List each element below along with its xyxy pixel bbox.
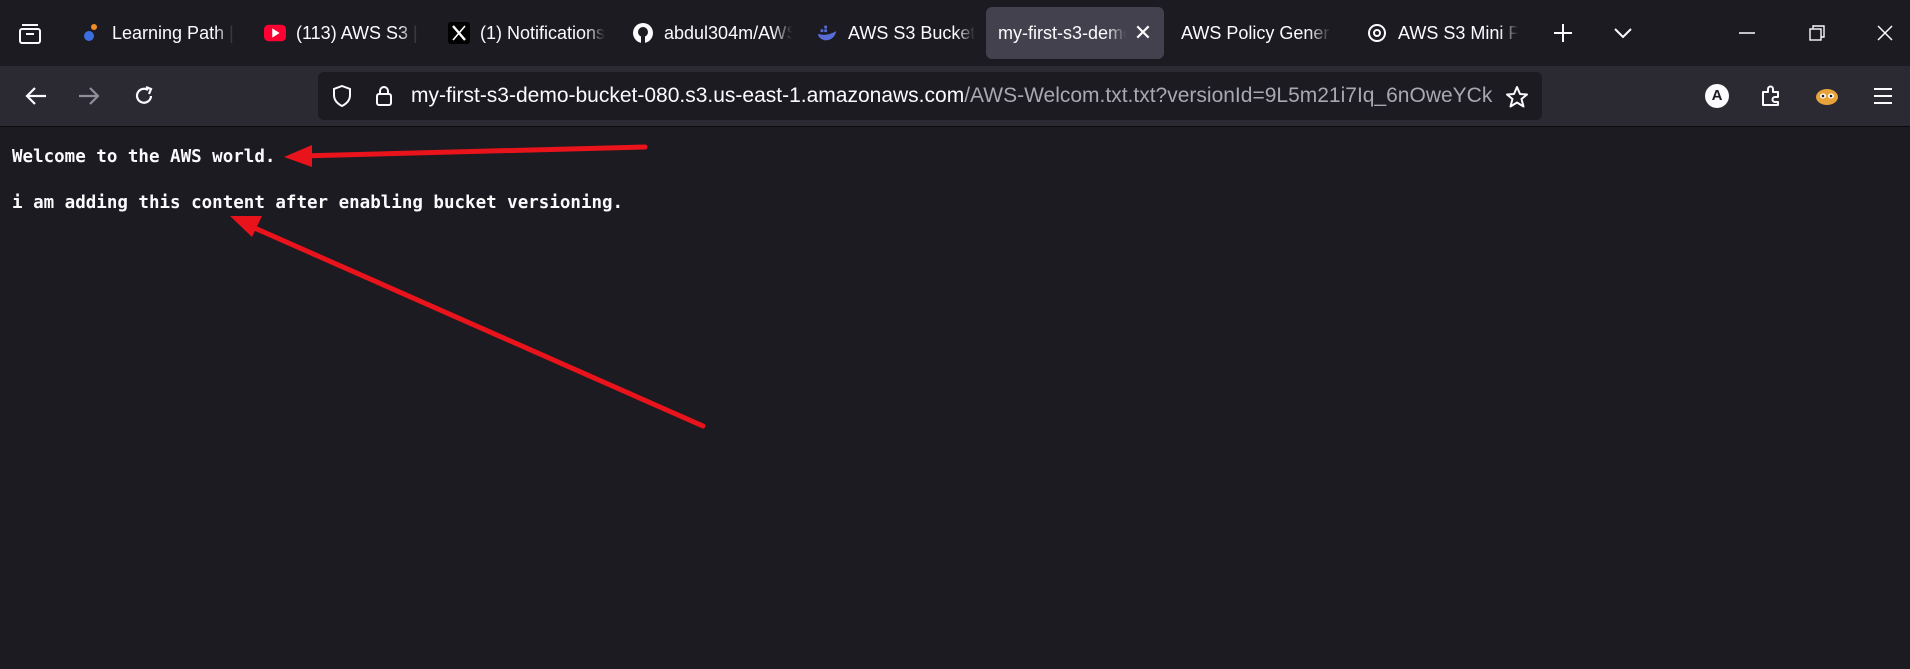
reload-icon <box>135 85 153 104</box>
tab-label: (113) AWS S3 | <box>296 22 418 43</box>
tab-my-first-s3-demo[interactable]: my-first-s3-demo ✕ <box>986 7 1164 59</box>
tab-label: my-first-s3-demo <box>998 22 1126 43</box>
extension-mascot-icon <box>1816 89 1838 105</box>
tab-strip: Learning Path | (113) AWS S3 | (1) Notif… <box>0 0 1910 66</box>
tab-label: AWS S3 Bucket <box>848 22 976 43</box>
tab-label: (1) Notifications <box>480 22 606 43</box>
plus-icon <box>1554 24 1572 42</box>
close-window-button[interactable] <box>1870 18 1900 48</box>
firefox-view-button[interactable] <box>14 18 46 50</box>
close-icon <box>1877 25 1893 41</box>
lock-icon[interactable] <box>372 84 396 108</box>
youtube-icon <box>264 22 286 44</box>
minimize-button[interactable] <box>1732 18 1762 48</box>
learning-path-favicon <box>80 22 102 44</box>
close-tab-icon[interactable]: ✕ <box>1132 20 1154 46</box>
back-button[interactable] <box>18 78 54 114</box>
firefox-view-icon <box>19 24 41 44</box>
tab-aws-policy-generator[interactable]: AWS Policy Generator <box>1181 7 1331 59</box>
chatgpt-icon <box>1366 22 1388 44</box>
tab-learning-path[interactable]: Learning Path | <box>80 7 240 59</box>
tab-aws-s3-mini-project[interactable]: AWS S3 Mini Project <box>1366 7 1518 59</box>
url-path: /AWS-Welcom.txt.txt?versionId=9L5m21i7Iq… <box>964 84 1493 107</box>
app-menu-button[interactable] <box>1868 81 1898 111</box>
forward-button[interactable] <box>71 78 107 114</box>
tab-label: AWS Policy Generator <box>1181 22 1331 43</box>
tracking-protection-shield-icon[interactable] <box>330 84 354 108</box>
text-line-2: i am adding this content after enabling … <box>12 193 624 213</box>
list-all-tabs-button[interactable] <box>1608 18 1638 48</box>
minimize-icon <box>1739 32 1755 34</box>
extension-button[interactable] <box>1812 81 1842 111</box>
chevron-down-icon <box>1614 28 1632 39</box>
reload-button[interactable] <box>126 78 162 114</box>
bookmark-star-icon[interactable] <box>1504 84 1530 110</box>
tab-label: abdul304m/AWS <box>664 22 792 43</box>
url-host: my-first-s3-demo-bucket-080.s3.us-east-1… <box>411 84 965 107</box>
tab-x-notifications[interactable]: (1) Notifications <box>448 7 608 59</box>
hamburger-menu-icon <box>1874 88 1892 104</box>
tab-youtube[interactable]: (113) AWS S3 | <box>264 7 424 59</box>
docker-icon <box>816 22 838 44</box>
x-icon <box>448 22 470 44</box>
restore-button[interactable] <box>1802 18 1832 48</box>
tab-label: Learning Path | <box>112 22 234 43</box>
extensions-button[interactable] <box>1756 81 1786 111</box>
url-text[interactable]: my-first-s3-demo-bucket-080.s3.us-east-1… <box>411 72 1493 120</box>
github-icon <box>632 22 654 44</box>
account-button[interactable]: A <box>1702 81 1732 111</box>
forward-arrow-icon <box>79 87 100 105</box>
puzzle-piece-icon <box>1762 85 1779 106</box>
restore-icon <box>1809 25 1825 41</box>
tab-aws-s3-bucket[interactable]: AWS S3 Bucket <box>816 7 976 59</box>
tab-github[interactable]: abdul304m/AWS <box>632 7 792 59</box>
back-arrow-icon <box>25 87 46 105</box>
text-line-1: Welcome to the AWS world. <box>12 147 276 167</box>
address-bar[interactable]: my-first-s3-demo-bucket-080.s3.us-east-1… <box>318 72 1542 120</box>
page-content: Welcome to the AWS world. i am adding th… <box>0 127 1910 669</box>
new-tab-button[interactable] <box>1548 18 1578 48</box>
account-initial: A <box>1711 87 1723 104</box>
tab-label: AWS S3 Mini Project <box>1398 22 1518 43</box>
